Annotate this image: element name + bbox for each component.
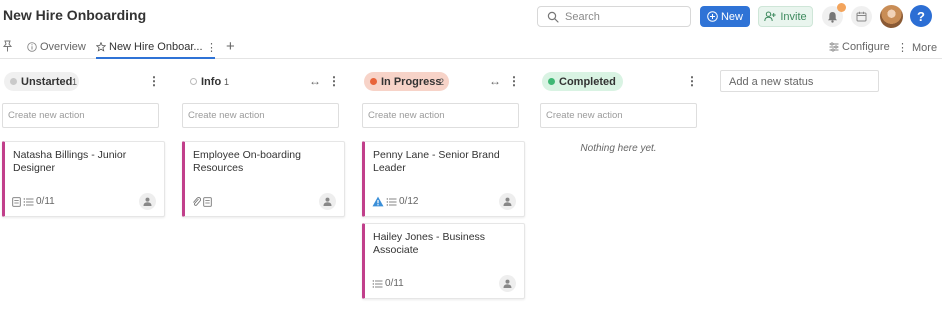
column-header: Completed ⋮ xyxy=(540,71,703,93)
card-meta xyxy=(192,196,212,207)
action-card[interactable]: Natasha Billings - Junior Designer 0/11 xyxy=(2,141,165,217)
user-icon xyxy=(143,197,152,206)
info-circle-icon xyxy=(27,42,37,52)
status-label: Unstarted xyxy=(21,75,73,88)
user-icon xyxy=(323,197,332,206)
sliders-icon xyxy=(829,42,839,52)
page-title: New Hire Onboarding xyxy=(3,7,147,23)
empty-column-message: Nothing here yet. xyxy=(580,143,657,154)
card-meta: 0/11 xyxy=(12,196,55,207)
status-dot xyxy=(548,78,555,85)
search-icon xyxy=(547,11,559,23)
status-label: Completed xyxy=(559,75,616,88)
help-button[interactable]: ? xyxy=(910,5,932,27)
bell-icon xyxy=(828,11,837,23)
action-card[interactable]: Employee On-boarding Resources xyxy=(182,141,345,217)
column-unstarted: Unstarted 1 ⋮ Create new action Natasha … xyxy=(2,71,165,217)
create-action-input[interactable]: Create new action xyxy=(182,103,339,128)
add-tab-button[interactable]: + xyxy=(226,38,235,55)
calendar-icon xyxy=(856,11,867,22)
status-pill-completed[interactable]: Completed xyxy=(542,72,623,91)
checklist-progress: 0/11 xyxy=(385,278,404,289)
checklist-icon xyxy=(23,197,34,206)
paperclip-icon xyxy=(193,197,201,206)
tab-overview[interactable]: Overview xyxy=(27,41,86,53)
card-meta: 0/12 xyxy=(372,196,418,207)
column-count: 1 xyxy=(72,77,78,87)
tab-bar: Overview New Hire Onboar... ⋮ + Configur… xyxy=(0,36,942,59)
column-header: Unstarted 1 ⋮ xyxy=(2,71,165,93)
status-dot xyxy=(370,78,377,85)
column-menu-button[interactable]: ⋮ xyxy=(148,74,160,88)
assignee-avatar[interactable] xyxy=(499,193,516,210)
tab-overview-label: Overview xyxy=(40,41,86,53)
create-action-input[interactable]: Create new action xyxy=(2,103,159,128)
user-icon xyxy=(503,279,512,288)
column-in-progress: In Progress 2 ↔ ⋮ Create new action Penn… xyxy=(362,71,525,299)
checklist-icon xyxy=(386,197,397,206)
configure-button[interactable]: Configure xyxy=(829,41,890,53)
column-count: 2 xyxy=(439,77,445,87)
status-dot xyxy=(10,78,17,85)
invite-button-label: Invite xyxy=(780,10,807,23)
plus-circle-icon xyxy=(707,11,718,22)
column-completed: Completed ⋮ Create new action Nothing he… xyxy=(540,71,703,154)
status-pill-unstarted[interactable]: Unstarted xyxy=(4,72,80,91)
more-label: More xyxy=(912,41,938,54)
assignee-avatar[interactable] xyxy=(499,275,516,292)
more-dots-icon: ⋮ xyxy=(897,42,908,54)
active-tab-indicator xyxy=(96,57,215,59)
column-info: Info 1 ↔ ⋮ Create new action Employee On… xyxy=(182,71,345,217)
card-title: Employee On-boarding Resources xyxy=(193,149,301,174)
more-button[interactable]: ⋮ More xyxy=(897,41,938,55)
new-button-label: New xyxy=(720,10,743,23)
add-status-input[interactable]: Add a new status xyxy=(720,70,879,92)
top-bar: New Hire Onboarding New Invite xyxy=(0,0,942,34)
status-dot xyxy=(190,78,197,85)
assignee-avatar[interactable] xyxy=(319,193,336,210)
checklist-icon xyxy=(372,279,383,288)
status-pill-info[interactable]: Info xyxy=(184,72,229,91)
card-title: Hailey Jones - Business Associate xyxy=(373,231,486,256)
user-avatar[interactable] xyxy=(880,5,903,28)
column-count: 1 xyxy=(224,77,230,87)
expand-column-icon[interactable]: ↔ xyxy=(309,74,321,88)
checklist-progress: 0/11 xyxy=(36,196,55,207)
action-card[interactable]: Hailey Jones - Business Associate 0/11 xyxy=(362,223,525,299)
tab-options-menu[interactable]: ⋮ xyxy=(206,41,217,54)
user-icon xyxy=(503,197,512,206)
assignee-avatar[interactable] xyxy=(139,193,156,210)
card-meta: 0/11 xyxy=(372,278,404,289)
column-header: In Progress 2 ↔ ⋮ xyxy=(362,71,525,93)
column-menu-button[interactable]: ⋮ xyxy=(508,74,520,88)
document-icon xyxy=(203,196,212,207)
tab-onboarding-label: New Hire Onboar... xyxy=(109,41,203,53)
new-button[interactable]: New xyxy=(700,6,750,27)
notification-badge xyxy=(837,3,846,12)
configure-label: Configure xyxy=(842,41,890,53)
tab-new-hire-onboarding[interactable]: New Hire Onboar... xyxy=(96,41,203,53)
status-label: Info xyxy=(201,75,222,88)
column-menu-button[interactable]: ⋮ xyxy=(686,74,698,88)
column-menu-button[interactable]: ⋮ xyxy=(328,74,340,88)
card-title: Penny Lane - Senior Brand Leader xyxy=(373,149,500,174)
status-pill-in-progress[interactable]: In Progress xyxy=(364,72,449,91)
expand-column-icon[interactable]: ↔ xyxy=(489,74,501,88)
warning-triangle-icon xyxy=(372,196,384,207)
action-card[interactable]: Penny Lane - Senior Brand Leader 0/12 xyxy=(362,141,525,217)
user-plus-icon xyxy=(764,11,777,22)
status-label: In Progress xyxy=(381,75,442,88)
search-input[interactable] xyxy=(565,9,685,24)
invite-button[interactable]: Invite xyxy=(758,6,813,27)
document-icon xyxy=(12,196,21,207)
create-action-input[interactable]: Create new action xyxy=(540,103,697,128)
pin-icon[interactable] xyxy=(2,40,13,52)
star-outline-icon xyxy=(96,42,106,52)
card-title: Natasha Billings - Junior Designer xyxy=(13,149,127,174)
checklist-progress: 0/12 xyxy=(399,196,419,207)
create-action-input[interactable]: Create new action xyxy=(362,103,519,128)
column-header: Info 1 ↔ ⋮ xyxy=(182,71,345,93)
calendar-button[interactable] xyxy=(851,6,872,27)
search-box[interactable] xyxy=(537,6,691,27)
